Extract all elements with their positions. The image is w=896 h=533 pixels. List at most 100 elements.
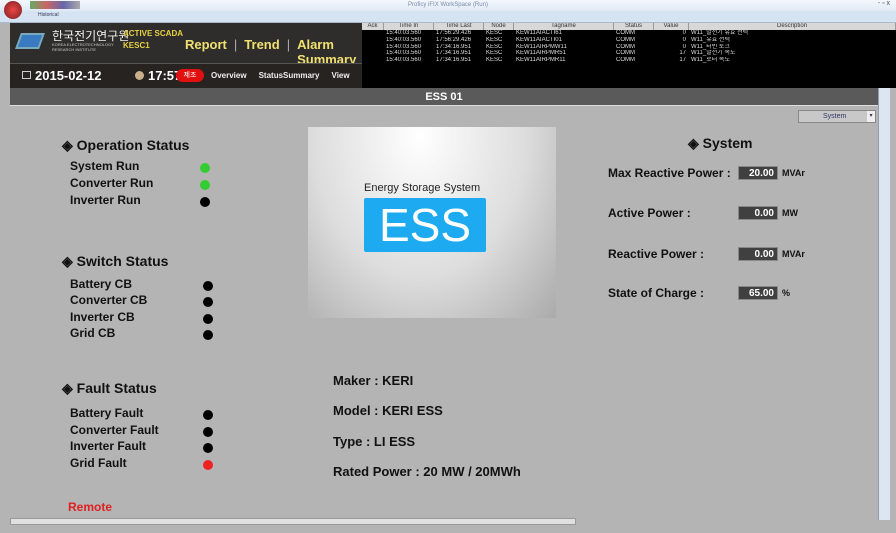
operation-status-heading: ◈ Operation Status <box>62 137 190 153</box>
status-indicator-icon <box>203 426 213 437</box>
table-cell: COMM <box>616 36 635 43</box>
ribbon-tab-historical[interactable]: Historical <box>38 12 59 18</box>
column-header[interactable]: Description <box>689 23 896 30</box>
status-label: Grid CB <box>70 325 116 340</box>
clock-icon <box>135 71 144 80</box>
table-cell: 0 <box>682 36 686 43</box>
status-label: System Run <box>70 159 140 173</box>
table-cell: 17:56:29.426 <box>436 36 472 43</box>
table-cell: 15:40:03.560 <box>386 36 422 43</box>
table-cell: KEW11AIACTI61 <box>516 30 562 36</box>
app-orb-icon[interactable] <box>4 1 22 19</box>
fault-status-heading: ◈ Fault Status <box>62 380 157 396</box>
column-header[interactable]: Time In <box>384 23 434 30</box>
horizontal-scrollbar[interactable] <box>10 518 576 525</box>
node-name: KESC1 <box>123 41 150 50</box>
system-unit: MVAr <box>782 168 805 178</box>
system-heading: ◈ System <box>688 135 753 151</box>
system-label: Reactive Power : <box>608 247 705 261</box>
status-indicator-icon <box>203 329 213 340</box>
alarm-header: Ack Time In Time Last Node Tagname Status Valu… <box>362 23 896 30</box>
type-text: Type : LI ESS <box>333 434 416 449</box>
nav-status-summary[interactable]: StatusSummary <box>259 71 320 80</box>
table-cell: W11_유효 전력 <box>691 36 730 43</box>
table-cell: KESC <box>486 43 503 50</box>
calendar-icon <box>22 71 31 79</box>
table-cell: COMM <box>616 57 635 64</box>
table-cell <box>362 30 384 37</box>
table-cell: COMM <box>616 50 635 57</box>
ess-caption: Energy Storage System <box>364 182 481 194</box>
table-cell: 15:40:03.560 <box>386 43 422 50</box>
column-header[interactable]: Status <box>614 23 654 30</box>
status-label: Battery CB <box>70 277 133 291</box>
rated-power-text: Rated Power : 20 MW / 20MWh <box>333 464 521 479</box>
table-cell: KESC <box>486 50 503 57</box>
status-label: Inverter Fault <box>70 439 147 454</box>
system-value: 65.00 <box>738 286 778 300</box>
dropdown-value: System <box>823 113 847 120</box>
table-cell <box>362 44 384 51</box>
ribbon: Historical <box>0 11 896 23</box>
table-cell: W11_발전기 속도 <box>691 50 736 57</box>
table-cell: 17:34:16.951 <box>436 57 472 64</box>
vertical-scrollbar[interactable] <box>878 88 890 520</box>
status-indicator-icon <box>203 460 213 471</box>
mode-badge: 제조 <box>176 69 204 82</box>
chevron-down-icon[interactable]: ▾ <box>867 111 875 122</box>
keri-logo-icon <box>15 33 45 49</box>
diamond-icon: ◈ <box>62 137 77 153</box>
nav-view[interactable]: View <box>332 71 350 80</box>
app-name: ACTIVE SCADA <box>123 29 184 38</box>
status-label: Converter CB <box>70 293 148 308</box>
table-row[interactable]: 15:40:03.560 17:56:29.426 KESC KEW11AIACTI6… <box>362 30 896 37</box>
table-cell: KESC <box>486 30 503 36</box>
ess-image: Energy Storage System ESS <box>308 127 556 318</box>
title-bar: Proficy iFIX WorkSpace (Run) - ▫ x <box>0 0 896 19</box>
table-cell: 15:40:03.560 <box>386 30 422 36</box>
status-indicator-icon <box>203 313 213 324</box>
status-row: 2015-02-12 17:57:40 제조 Overview StatusSu… <box>10 63 362 88</box>
status-label: Inverter Run <box>70 193 141 207</box>
status-indicator-icon <box>200 163 210 173</box>
column-header[interactable]: Node <box>484 23 514 30</box>
alarm-summary-table[interactable]: Ack Time In Time Last Node Tagname Status Valu… <box>362 23 896 88</box>
column-header[interactable]: Tagname <box>514 23 614 30</box>
table-cell: COMM <box>616 30 635 36</box>
table-cell: 17:34:16.951 <box>436 43 472 50</box>
table-row[interactable]: 15:40:03.560 17:34:16.951 KESC KEW11AIRPMR1… <box>362 57 896 64</box>
table-cell: 15:40:03.560 <box>386 57 422 64</box>
table-cell <box>362 57 384 64</box>
status-label: Converter Run <box>70 176 154 190</box>
table-row[interactable]: 15:40:03.560 17:34:16.951 KESC KEW11AIRPMW1… <box>362 44 896 51</box>
status-indicator-icon <box>203 297 213 308</box>
system-label: Active Power : <box>608 206 691 220</box>
table-cell: W11_로터 속도 <box>691 57 730 64</box>
system-unit: % <box>782 288 791 298</box>
column-header[interactable]: Value <box>654 23 689 30</box>
diamond-icon: ◈ <box>688 135 703 151</box>
remote-status: Remote <box>68 500 113 514</box>
column-header[interactable]: Time Last <box>434 23 484 30</box>
diamond-icon: ◈ <box>62 380 77 396</box>
diamond-icon: ◈ <box>62 253 77 269</box>
table-cell: W11_발전기 유효 전력 <box>691 30 749 36</box>
column-header[interactable]: Ack <box>362 23 384 30</box>
window-controls[interactable]: - ▫ x <box>878 0 890 7</box>
nav-overview[interactable]: Overview <box>211 71 247 80</box>
table-row[interactable]: 15:40:03.560 17:56:29.426 KESC KEW11AIACTI0… <box>362 37 896 44</box>
system-value: 20.00 <box>738 166 778 180</box>
date: 2015-02-12 <box>35 68 102 83</box>
system-value: 0.00 <box>738 247 778 261</box>
table-cell: 0 <box>682 43 686 50</box>
quick-access-toolbar[interactable] <box>30 1 80 9</box>
table-cell: W11_터빈 토크 <box>691 43 730 50</box>
table-cell: 17 <box>679 50 686 57</box>
table-row[interactable]: 15:40:03.560 17:34:16.951 KESC KEW11AIRPMR5… <box>362 50 896 57</box>
table-cell: KEW11AIRPMR11 <box>516 57 566 64</box>
table-cell: KEW11AIRPMR51 <box>516 50 566 57</box>
system-value: 0.00 <box>738 206 778 220</box>
view-dropdown[interactable]: System ▾ <box>798 110 876 123</box>
system-unit: MVAr <box>782 249 805 259</box>
status-indicator-icon <box>200 197 210 207</box>
